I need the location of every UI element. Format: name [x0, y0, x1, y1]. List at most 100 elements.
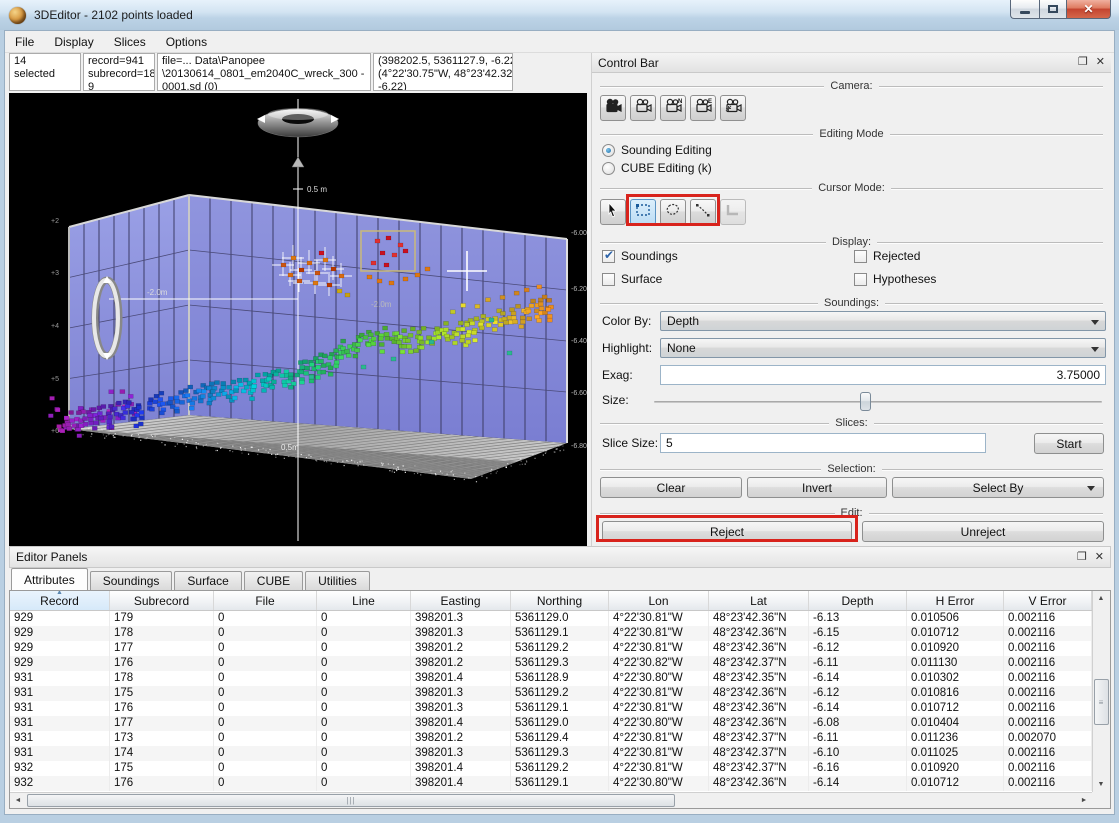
- table-row[interactable]: 93117300398201.25361129.44°22'30.81"W48°…: [10, 731, 1092, 746]
- menu-item-slices[interactable]: Slices: [104, 33, 156, 51]
- table-row[interactable]: 93117800398201.45361128.94°22'30.80"W48°…: [10, 671, 1092, 686]
- cursor-button-pointer[interactable]: [600, 199, 626, 225]
- hscroll-thumb[interactable]: |||: [27, 794, 675, 807]
- camera-button-4[interactable]: E: [690, 95, 716, 121]
- float-icon[interactable]: ❐: [1078, 57, 1088, 68]
- scroll-right-icon[interactable]: ►: [1076, 793, 1092, 808]
- radio-cube-editing[interactable]: CUBE Editing (k): [602, 161, 712, 175]
- table-row[interactable]: 93117400398201.35361129.34°22'30.81"W48°…: [10, 746, 1092, 761]
- checkbox-icon[interactable]: [854, 273, 867, 286]
- close-icon[interactable]: ✕: [1096, 57, 1105, 68]
- table-cell: 0: [214, 611, 317, 626]
- invert-button[interactable]: Invert: [747, 477, 887, 498]
- select-by-button[interactable]: Select By: [892, 477, 1104, 498]
- table-cell: 48°23'42.35"N: [709, 671, 809, 686]
- slice-size-input[interactable]: [660, 433, 986, 453]
- table-row[interactable]: 92917900398201.35361129.04°22'30.81"W48°…: [10, 611, 1092, 626]
- camera-button-5[interactable]: [720, 95, 746, 121]
- checkbox-surface[interactable]: Surface: [602, 272, 662, 286]
- menu-bar: FileDisplaySlicesOptions: [5, 31, 1114, 53]
- table-row[interactable]: 93117500398201.35361129.24°22'30.81"W48°…: [10, 686, 1092, 701]
- column-header-subrecord[interactable]: Subrecord: [110, 591, 214, 610]
- radio-icon[interactable]: [602, 144, 615, 157]
- svg-text:N: N: [678, 99, 682, 105]
- camera-button-3[interactable]: N: [660, 95, 686, 121]
- column-header-h-error[interactable]: H Error: [907, 591, 1004, 610]
- column-header-lat[interactable]: Lat: [709, 591, 809, 610]
- checkbox-rejected[interactable]: Rejected: [854, 249, 920, 263]
- horizontal-scrollbar[interactable]: ◄ ||| ►: [10, 792, 1092, 808]
- table-cell: 5361129.1: [511, 776, 609, 791]
- table-cell: 0: [317, 731, 411, 746]
- vertical-scrollbar[interactable]: ▲ ≡ ▼: [1092, 591, 1110, 792]
- column-header-northing[interactable]: Northing: [511, 591, 609, 610]
- tab-attributes[interactable]: Attributes: [11, 568, 88, 590]
- table-row[interactable]: 93217600398201.45361129.14°22'30.80"W48°…: [10, 776, 1092, 791]
- status-bar: 14selectedrecord=941subrecord=189file=..…: [9, 53, 587, 93]
- tab-utilities[interactable]: Utilities: [305, 571, 370, 590]
- table-row[interactable]: 93117700398201.45361129.04°22'30.80"W48°…: [10, 716, 1092, 731]
- table-row[interactable]: 93117600398201.35361129.14°22'30.81"W48°…: [10, 701, 1092, 716]
- clear-button[interactable]: Clear: [600, 477, 742, 498]
- svg-text:0.5m: 0.5m: [281, 443, 299, 452]
- camera-button-2[interactable]: [630, 95, 656, 121]
- checkbox-soundings[interactable]: Soundings: [602, 249, 678, 263]
- size-slider-thumb[interactable]: [860, 392, 871, 411]
- scroll-up-icon[interactable]: ▲: [1093, 591, 1109, 606]
- size-slider-track[interactable]: [654, 401, 1102, 403]
- start-button[interactable]: Start: [1034, 433, 1104, 454]
- close-icon[interactable]: ✕: [1095, 552, 1104, 563]
- scroll-left-icon[interactable]: ◄: [10, 793, 26, 808]
- column-header-file[interactable]: File: [214, 591, 317, 610]
- highlight-combo[interactable]: None: [660, 338, 1106, 358]
- table-row[interactable]: 93217500398201.45361129.24°22'30.81"W48°…: [10, 761, 1092, 776]
- column-header-line[interactable]: Line: [317, 591, 411, 610]
- maximize-button[interactable]: [1039, 0, 1066, 19]
- menu-item-file[interactable]: File: [5, 33, 44, 51]
- table-cell: 48°23'42.37"N: [709, 761, 809, 776]
- title-bar[interactable]: 3DEditor - 2102 points loaded ✕: [0, 0, 1119, 30]
- minimize-button[interactable]: [1010, 0, 1039, 19]
- vscroll-thumb[interactable]: ≡: [1094, 679, 1109, 725]
- table-row[interactable]: 92917600398201.25361129.34°22'30.82"W48°…: [10, 656, 1092, 671]
- table-cell: 0: [214, 746, 317, 761]
- column-header-record[interactable]: Record▲: [10, 591, 110, 610]
- column-header-lon[interactable]: Lon: [609, 591, 709, 610]
- radio-icon[interactable]: [602, 162, 615, 175]
- tab-surface[interactable]: Surface: [174, 571, 241, 590]
- camera-button-1[interactable]: [600, 95, 626, 121]
- 3d-scene[interactable]: 0.5 m-2.0m-2.0m0.5m-6.00-6.20-6.40-6.60-…: [9, 93, 587, 546]
- table-row[interactable]: 92917700398201.25361129.24°22'30.81"W48°…: [10, 641, 1092, 656]
- column-header-v-error[interactable]: V Error: [1004, 591, 1092, 610]
- exag-input[interactable]: [660, 365, 1106, 385]
- radio-sounding-editing[interactable]: Sounding Editing: [602, 143, 712, 157]
- svg-text:+2: +2: [51, 218, 59, 225]
- table-cell: 178: [110, 626, 214, 641]
- checkbox-icon[interactable]: [602, 250, 615, 263]
- unreject-button[interactable]: Unreject: [862, 521, 1104, 542]
- client-area: FileDisplaySlicesOptions 14selectedrecor…: [4, 30, 1115, 815]
- checkbox-icon[interactable]: [602, 273, 615, 286]
- scroll-down-icon[interactable]: ▼: [1093, 777, 1109, 792]
- menu-item-options[interactable]: Options: [156, 33, 217, 51]
- close-button[interactable]: ✕: [1066, 0, 1111, 19]
- menu-item-display[interactable]: Display: [44, 33, 103, 51]
- table-cell: 0.002116: [1004, 776, 1092, 791]
- table-cell: 5361129.3: [511, 746, 609, 761]
- table-cell: 176: [110, 656, 214, 671]
- table-row[interactable]: 92917800398201.35361129.14°22'30.81"W48°…: [10, 626, 1092, 641]
- cursor-button-corner[interactable]: [720, 199, 746, 225]
- checkbox-icon[interactable]: [854, 250, 867, 263]
- table-cell: -6.08: [809, 716, 907, 731]
- float-icon[interactable]: ❐: [1077, 552, 1087, 563]
- column-header-depth[interactable]: Depth: [809, 591, 907, 610]
- svg-text:+3: +3: [51, 270, 59, 277]
- tab-soundings[interactable]: Soundings: [90, 571, 173, 590]
- column-header-easting[interactable]: Easting: [411, 591, 511, 610]
- checkbox-hypotheses[interactable]: Hypotheses: [854, 272, 936, 286]
- color-by-combo[interactable]: Depth: [660, 311, 1106, 331]
- 3d-viewport[interactable]: 0.5 m-2.0m-2.0m0.5m-6.00-6.20-6.40-6.60-…: [9, 93, 587, 546]
- table-cell: 0.011130: [907, 656, 1004, 671]
- app-window: 3DEditor - 2102 points loaded ✕ FileDisp…: [0, 0, 1119, 823]
- tab-cube[interactable]: CUBE: [244, 571, 303, 590]
